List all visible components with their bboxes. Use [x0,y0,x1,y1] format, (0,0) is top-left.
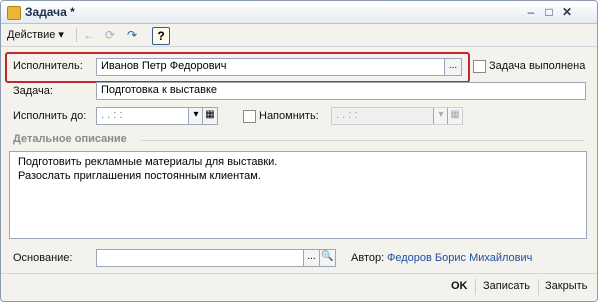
footer-bar: OK Записать Закрыть [1,273,597,301]
task-icon [7,6,21,20]
basis-label: Основание: [13,252,73,264]
basis-search-button[interactable]: 🔍 [319,250,335,266]
ellipsis-icon: ... [307,251,316,262]
task-window: Задача * – □ ✕ Действие ▾ ← ⟳ ↷ ? Исполн… [0,0,598,302]
ellipsis-icon: ... [448,60,458,71]
footer-separator [538,279,539,295]
author-label: Автор: [351,252,385,264]
due-dropdown-button[interactable]: ▾ [188,108,203,124]
basis-select-button[interactable]: ... [303,250,319,266]
executor-label: Исполнитель: [13,60,83,72]
calendar-icon: ▦ [450,109,460,120]
executor-value: Иванов Петр Федорович [101,60,227,72]
basis-field[interactable]: ... 🔍 [96,249,336,267]
toolbar-separator [76,28,77,42]
author-link[interactable]: Федоров Борис Михайлович [387,252,532,264]
task-label: Задача: [13,85,53,97]
maximize-icon[interactable]: □ [542,5,556,19]
section-divider [141,140,585,141]
close-button[interactable]: Закрыть [545,280,587,292]
remind-field[interactable]: . . : : ▾ ▦ [331,107,463,125]
action-menu[interactable]: Действие ▾ [7,28,64,41]
task-done-label: Задача выполнена [489,60,586,72]
details-line-2: Разослать приглашения постоянным клиента… [18,170,261,182]
due-field[interactable]: . . : : ▾ ▦ [96,107,218,125]
forward-icon[interactable]: ↷ [124,27,140,43]
help-icon[interactable]: ? [152,27,170,45]
dropdown-icon: ▾ [193,109,199,120]
ok-button[interactable]: OK [451,280,468,292]
remind-value: . . : : [336,109,358,121]
minimize-icon[interactable]: – [524,5,538,19]
task-done-checkbox[interactable] [473,60,486,73]
search-icon: 🔍 [321,251,334,262]
remind-checkbox[interactable] [243,110,256,123]
task-value: Подготовка к выставке [101,84,217,96]
executor-select-button[interactable]: ... [444,59,461,75]
remind-label: Напомнить: [259,110,319,122]
task-field[interactable]: Подготовка к выставке [96,82,586,100]
details-line-1: Подготовить рекламные материалы для выст… [18,156,278,168]
dropdown-icon: ▾ [438,109,444,120]
due-label: Исполнить до: [13,110,87,122]
toolbar: Действие ▾ ← ⟳ ↷ ? [1,24,597,47]
footer-separator [475,279,476,295]
title-bar: Задача * – □ ✕ [1,1,597,24]
refresh-icon[interactable]: ⟳ [102,27,118,43]
remind-calendar-button[interactable]: ▦ [447,108,462,124]
window-title: Задача * [25,5,75,19]
close-icon[interactable]: ✕ [560,5,574,19]
details-section-title: Детальное описание [13,133,127,145]
calendar-icon: ▦ [205,109,215,120]
save-button[interactable]: Записать [483,280,530,292]
details-memo[interactable]: Подготовить рекламные материалы для выст… [9,151,587,239]
executor-field[interactable]: Иванов Петр Федорович ... [96,58,462,76]
action-menu-label: Действие [7,29,56,41]
due-calendar-button[interactable]: ▦ [202,108,217,124]
chevron-down-icon: ▾ [58,29,64,41]
due-value: . . : : [101,109,123,121]
remind-dropdown-button[interactable]: ▾ [433,108,448,124]
back-icon[interactable]: ← [81,27,97,43]
